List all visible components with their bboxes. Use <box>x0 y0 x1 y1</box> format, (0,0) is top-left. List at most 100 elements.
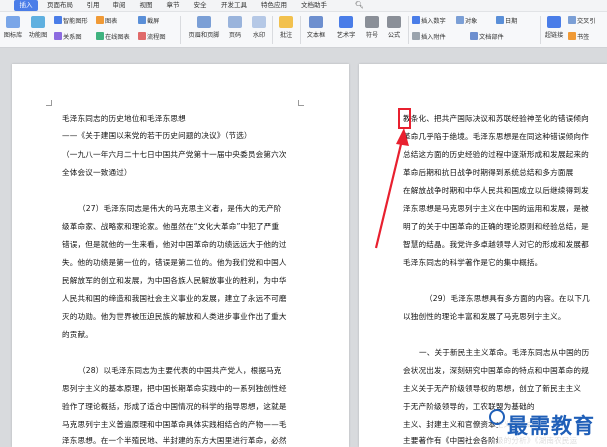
comment-icon <box>279 16 293 28</box>
number-icon <box>412 16 420 24</box>
formula-icon <box>387 16 401 28</box>
doc-text-line: （一九八一年六月二十七日中国共产党第十一届中央委员会第六次 <box>62 150 287 159</box>
bookmark-icon <box>568 32 576 40</box>
relation-graph-icon <box>54 32 62 40</box>
tab-review[interactable]: 审阅 <box>110 0 128 11</box>
doc-text-line: 民解放军的创立和发展，为中国各族人民解放事业的胜利，为中华 <box>62 276 287 285</box>
func-graph-icon <box>31 16 45 28</box>
tab-developer[interactable]: 开发工具 <box>218 0 250 11</box>
cross-ref-button[interactable]: 交叉引 <box>568 16 596 26</box>
cross-ref-icon <box>568 16 576 24</box>
chart-icon <box>96 16 104 24</box>
attachment-button[interactable]: 插入附件 <box>412 32 446 42</box>
gallery-icon <box>6 16 20 28</box>
highlight-box <box>398 108 411 129</box>
doc-text-line: 马克思列宁主义普遍原理和中国革命具体实践相结合的产物——毛 <box>62 420 287 429</box>
separator <box>300 16 301 44</box>
formula-button[interactable]: 公式 <box>384 16 404 39</box>
doc-text-line: 思列宁主义的基本原理，把中国长期革命实践中的一系列独创性经 <box>62 384 287 393</box>
doc-text-line: 人民共和国的缔造和我国社会主义事业的发展，建立了永远不可磨 <box>62 294 287 303</box>
watermark-button[interactable]: 水印 <box>248 16 270 39</box>
bookmark-button[interactable]: 书签 <box>568 32 589 42</box>
logo-icon <box>489 409 505 425</box>
doc-text-line: （28）以毛泽东同志为主要代表的中国共产党人，根据马克 <box>78 366 282 375</box>
doc-text-line: 失。他的功绩是第一位的，错误是第二位的。他为我们党和中国人 <box>62 258 287 267</box>
chart-button[interactable]: 图表 <box>96 16 117 26</box>
symbol-button[interactable]: 符号 <box>362 16 382 39</box>
screenshot-icon <box>138 16 146 24</box>
separator <box>180 16 181 44</box>
doc-text-line: 主义关于无产阶级领导权的思想，创立了新民主主义 <box>403 384 582 393</box>
doc-text-line: 泽东思想。在一个半殖民地、半封建的东方大国里进行革命，必然 <box>62 436 287 445</box>
doc-text-line: 全体会议一致通过） <box>62 168 132 177</box>
crop-mark <box>298 100 304 106</box>
date-button[interactable]: 日期 <box>496 16 517 26</box>
paperclip-icon <box>412 32 420 40</box>
doc-text-line: 一、关于新民主主义革命。毛泽东同志从中国的历 <box>419 348 590 357</box>
func-graph-button[interactable]: 功能图 <box>26 16 50 39</box>
doc-parts-button[interactable]: 文档部件 <box>470 32 504 42</box>
textbox-button[interactable]: 文本框 <box>302 16 330 39</box>
doc-text-line: 以独创性的理论丰富和发展了马克思列宁主义。 <box>403 312 566 321</box>
object-icon <box>456 16 464 24</box>
header-footer-button[interactable]: 页眉和页脚 <box>186 16 222 39</box>
tab-doc-assistant[interactable]: 文档助手 <box>298 0 330 11</box>
header-footer-icon <box>197 16 211 28</box>
doc-text-line: 总结这方面的历史经验的过程中逐渐形成和发展起来的 <box>403 150 589 159</box>
doc-text-line: 毛泽东同志的科学著作是它的集中概括。 <box>403 258 543 267</box>
tab-special[interactable]: 特色应用 <box>258 0 290 11</box>
doc-text-line: 革命几乎陷于绝境。毛泽东思想是在同这种错误倾向作 <box>403 132 589 141</box>
comment-button[interactable]: 批注 <box>276 16 296 39</box>
smart-graph-button[interactable]: 智能图形 <box>54 16 88 26</box>
doc-text-line: 会状况出发，深刻研究中国革命的特点和中国革命的规 <box>403 366 589 375</box>
doc-text-line: （29）毛泽东思想具有多方面的内容。在以下几 <box>425 294 590 303</box>
insert-number-button[interactable]: 插入数字 <box>412 16 446 26</box>
separator <box>540 16 541 44</box>
doc-text-line: 教条化、把共产国际决议和苏联经验神圣化的错误倾向 <box>403 114 589 123</box>
search-icon[interactable]: 🔍︎ <box>355 1 364 9</box>
textbox-icon <box>309 16 323 28</box>
online-chart-icon <box>96 32 104 40</box>
symbol-icon <box>365 16 379 28</box>
flowchart-icon <box>138 32 146 40</box>
doc-text-line: 灭的功勋。他为世界被压迫民族的解放和人类进步事业作出了重大 <box>62 312 287 321</box>
doc-subtitle: ——《关于建国以来党的若干历史问题的决议》（节选） <box>62 131 252 140</box>
hyperlink-button[interactable]: 超链接 <box>542 16 566 39</box>
page-number-icon <box>228 16 242 28</box>
watermark-logo-text: 最需教育 <box>507 413 595 438</box>
calendar-icon <box>496 16 504 24</box>
doc-text-line: 智慧的结晶。我党许多卓越领导人对它的形成和发展都 <box>403 240 589 249</box>
document-page-1[interactable]: 毛泽东同志的历史地位和毛泽东思想 ——《关于建国以来党的若干历史问题的决议》（节… <box>12 64 349 447</box>
doc-title: 毛泽东同志的历史地位和毛泽东思想 <box>62 114 186 123</box>
doc-text-line: 级革命家、战略家和理论家。他虽然在“文化大革命”中犯了严重 <box>62 222 280 231</box>
tab-page-layout[interactable]: 页面布局 <box>44 0 76 11</box>
art-text-button[interactable]: 艺术字 <box>332 16 360 39</box>
tab-security[interactable]: 安全 <box>191 0 209 11</box>
doc-text-line: 验作了理论概括，形成了适合中国情况的科学的指导思想，这就是 <box>62 402 287 411</box>
doc-parts-icon <box>470 32 478 40</box>
art-text-icon <box>339 16 353 28</box>
document-page-2[interactable]: 教条化、把共产国际决议和苏联经验神圣化的错误倾向 革命几乎陷于绝境。毛泽东思想是… <box>359 64 607 447</box>
doc-text-line: 错误，但是就他的一生来看，他对中国革命的功绩远远大于他的过 <box>62 240 287 249</box>
online-chart-button[interactable]: 在线图表 <box>96 32 130 42</box>
smart-graph-icon <box>54 16 62 24</box>
ribbon-toolbar: 图标库 功能图 智能图形 图表 关系图 在线图表 截屏 流程图 页眉和页脚 页码… <box>0 12 607 48</box>
separator <box>408 16 409 44</box>
doc-text-line: 明了的关于中国革命的正确的理论原则和经验总结，是 <box>403 222 589 231</box>
object-button[interactable]: 对象 <box>456 16 477 26</box>
doc-text-line: （27）毛泽东同志是伟大的马克思主义者，是伟大的无产阶 <box>78 204 282 213</box>
doc-text-line: 革命后期和抗日战争时期得到系统总结和多方面展 <box>403 168 574 177</box>
screenshot-button[interactable]: 截屏 <box>138 16 159 26</box>
tab-insert[interactable]: 插入 <box>14 0 38 11</box>
watermark-icon <box>252 16 266 28</box>
relation-graph-button[interactable]: 关系图 <box>54 32 82 42</box>
gallery-button[interactable]: 图标库 <box>2 16 24 39</box>
separator <box>272 16 273 44</box>
doc-text-line: 在解放战争时期和中华人民共和国成立以后继续得到发 <box>403 186 589 195</box>
tab-references[interactable]: 引用 <box>84 0 102 11</box>
tab-sections[interactable]: 章节 <box>164 0 182 11</box>
page-number-button[interactable]: 页码 <box>224 16 246 39</box>
doc-text-line: 泽东思想是马克思列宁主义在中国的运用和发展，是被 <box>403 204 589 213</box>
tab-view[interactable]: 视图 <box>137 0 155 11</box>
flowchart-button[interactable]: 流程图 <box>138 32 166 42</box>
